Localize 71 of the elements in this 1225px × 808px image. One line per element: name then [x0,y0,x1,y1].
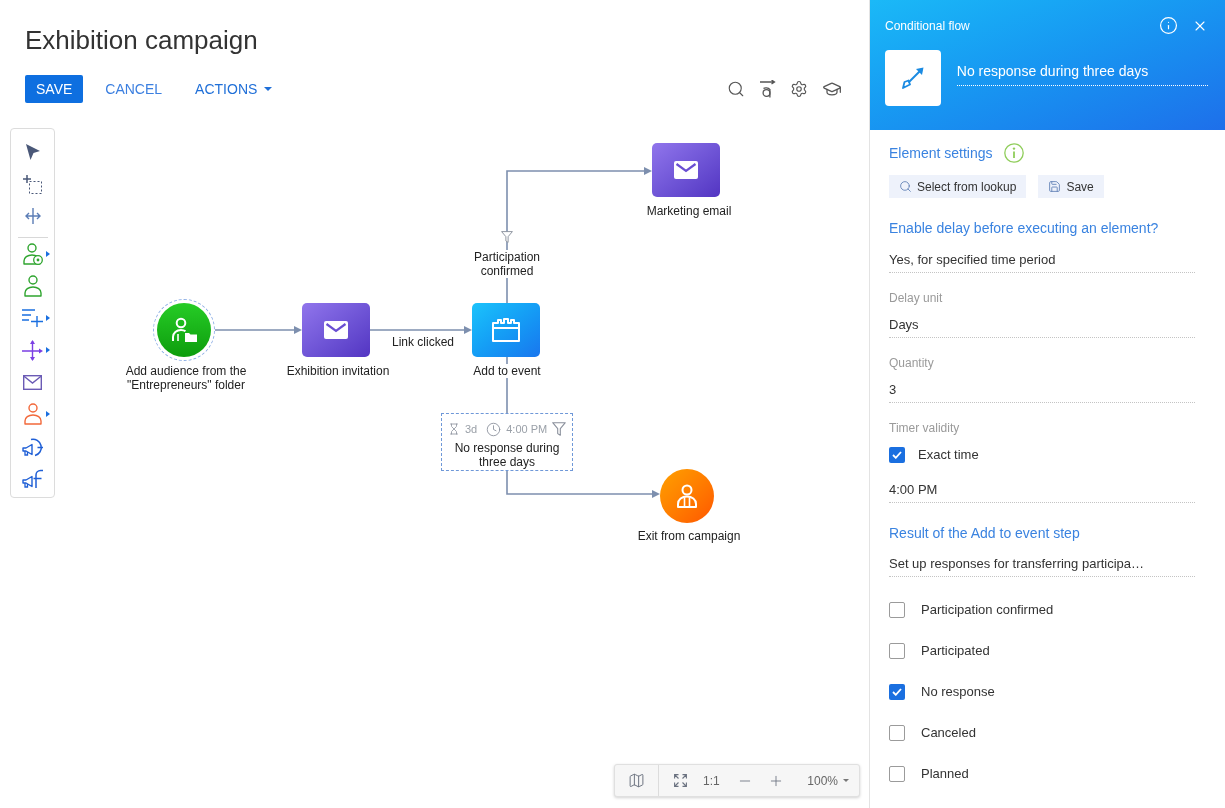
diagonal-arrow-icon [901,67,924,89]
select-field[interactable]: Set up responses for transferring participa… [889,555,1195,577]
envelope-icon [324,321,348,339]
caret-down-icon [843,779,849,782]
megaphone-icon[interactable] [21,467,44,489]
pointer-icon[interactable] [25,144,40,160]
section-title: Enable delay before executing an element? [889,219,1159,238]
calendar-icon [492,318,520,342]
settings-icon[interactable] [790,80,808,98]
checkbox[interactable] [889,602,905,618]
input-field[interactable]: Days [889,316,1195,338]
zoom-level-dropdown[interactable]: 100% [807,773,849,788]
map-icon[interactable] [628,772,645,789]
selection-icon[interactable] [23,174,42,194]
user-icon[interactable] [23,275,42,297]
search-icon[interactable] [727,80,745,98]
submenu-caret-icon [46,411,50,417]
lookup-button[interactable]: Select from lookup [889,175,1027,198]
checkbox-label: No response [921,684,995,700]
section-title: Result of the Add to event step [889,524,1080,543]
search-icon [899,180,912,193]
input-field[interactable]: 3 [889,381,1195,403]
envelope-icon [674,161,698,179]
node-label: Exhibition invitation [286,364,390,378]
user-folder-icon [171,317,197,343]
save-button[interactable]: SAVE [25,75,84,103]
node-label: Add to event [473,364,541,378]
move-arrows-icon[interactable] [22,339,43,361]
user-badge-icon[interactable] [22,243,43,265]
checkbox-label: Canceled [921,725,976,741]
letter-arrow-icon[interactable] [759,80,776,98]
select-field[interactable]: Yes, for specified time period [889,251,1195,273]
checkbox[interactable] [889,643,905,659]
list-add-icon[interactable] [22,309,43,327]
checkbox[interactable] [889,684,905,700]
field-label: Delay unit [889,290,943,306]
field-label: Timer validity [889,420,960,436]
hourglass-icon [448,423,460,435]
save-button[interactable]: Save [1038,175,1104,198]
checkbox-label: Participated [921,643,990,659]
user-icon [676,484,698,508]
clock-icon [486,421,502,437]
field-label: Quantity [889,355,934,371]
checkbox-label: Planned [921,766,969,782]
page-title: Exhibition campaign [25,24,259,56]
submenu-caret-icon [46,251,50,257]
panel-caption: Conditional flow [885,18,970,33]
checkmark-icon [892,688,902,696]
checkbox-label: Participation confirmed [921,602,1054,618]
delay-text: 3d [465,422,478,436]
envelope-icon[interactable] [23,374,42,390]
node-label: Marketing email [646,204,732,218]
checkbox[interactable] [889,447,905,463]
cancel-button[interactable]: CANCEL [105,81,163,97]
actual-size-button[interactable]: 1:1 [703,773,720,788]
caret-down-icon [264,87,273,91]
submenu-caret-icon [46,347,50,353]
flow-label: Link clicked [392,335,454,349]
time-field[interactable]: 4:00 PM [889,481,1195,503]
checkmark-icon [892,451,902,459]
user-icon[interactable] [23,403,42,425]
checkbox[interactable] [889,725,905,741]
fit-screen-icon[interactable] [674,774,687,787]
time-text: 4:00 PM [506,422,548,436]
submenu-caret-icon [46,315,50,321]
node-label: Exit from campaign [637,529,741,543]
checkbox-label: Exact time [918,447,979,463]
actions-menu-button[interactable]: ACTIONS [195,81,273,97]
section-title: Element settings [889,144,993,163]
checkbox[interactable] [889,766,905,782]
move-horizontal-icon[interactable] [24,208,41,224]
